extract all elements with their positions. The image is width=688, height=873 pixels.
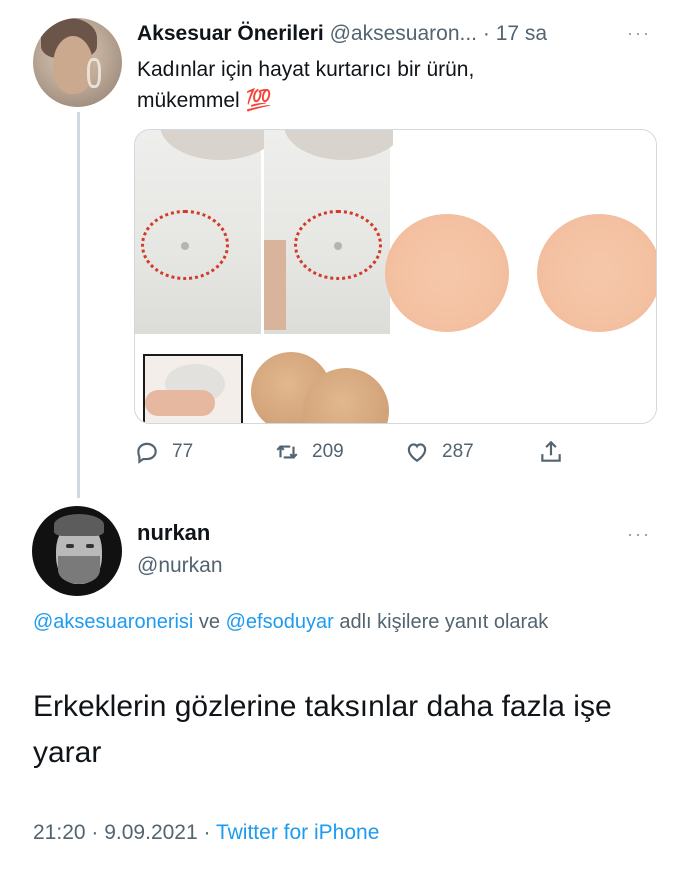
product-photo-hand (143, 354, 243, 423)
reply-connector: ve (193, 611, 226, 633)
silicone-pad (537, 214, 656, 332)
author-handle[interactable]: @aksesuaron... (330, 22, 477, 45)
mention-link[interactable]: @aksesuaronerisi (33, 611, 193, 633)
thread-line (77, 112, 80, 498)
shirt-detail (334, 242, 342, 250)
tweet-source[interactable]: Twitter for iPhone (216, 821, 379, 844)
tweet-date[interactable]: 9.09.2021 (104, 821, 197, 844)
reply-suffix: adlı kişilere yanıt olarak (333, 611, 549, 633)
author-name[interactable]: Aksesuar Önerileri (137, 22, 324, 45)
tweet-time[interactable]: 17 sa (496, 22, 547, 45)
reply-icon (137, 442, 157, 464)
share-icon (541, 440, 561, 462)
tweet-text: Kadınlar için hayat kurtarıcı bir ürün, … (137, 54, 637, 116)
like-button[interactable]: 287 (404, 432, 474, 472)
tweet-time[interactable]: 21:20 (33, 821, 86, 844)
avatar[interactable] (33, 18, 122, 107)
product-photo-shirt (264, 130, 404, 334)
separator: · (85, 821, 105, 844)
share-button[interactable] (538, 432, 564, 472)
avatar-earring (87, 58, 101, 88)
avatar-eye (66, 544, 74, 548)
author-name[interactable]: nurkan (137, 519, 210, 547)
heart-icon (407, 443, 427, 462)
author-handle[interactable]: @nurkan (137, 552, 223, 580)
more-options-icon[interactable]: ··· (627, 22, 657, 44)
like-count: 287 (442, 441, 474, 462)
separator: · (197, 821, 216, 844)
retweet-icon (276, 445, 298, 459)
retweet-button[interactable]: 209 (274, 432, 344, 472)
product-photo-tan-pads (247, 344, 393, 423)
tweet-actions: 77 209 287 (134, 432, 614, 472)
avatar[interactable] (32, 506, 122, 596)
retweet-count: 209 (312, 441, 344, 462)
finger (145, 390, 215, 416)
reply-button[interactable]: 77 (134, 432, 193, 472)
product-photo-shirt (135, 130, 280, 334)
avatar-hair (54, 514, 104, 536)
tweet-text-line: mükemmel 💯 (137, 89, 272, 112)
tweet-meta: 21:20 · 9.09.2021 · Twitter for iPhone (33, 818, 379, 848)
shirt-neckline (284, 130, 404, 160)
more-options-icon[interactable]: ··· (627, 523, 657, 545)
silicone-pad (385, 214, 509, 332)
tweet-header: Aksesuar Önerileri @aksesuaron... · 17 s… (137, 18, 657, 50)
reply-context: @aksesuaronerisi ve @efsoduyar adlı kişi… (33, 606, 653, 639)
tweet-text-line: Kadınlar için hayat kurtarıcı bir ürün, (137, 58, 475, 81)
product-photo-pads (385, 130, 656, 423)
tweet-text: Erkeklerin gözlerine taksınlar daha fazl… (33, 690, 612, 769)
avatar-eye (86, 544, 94, 548)
photo-arm (264, 240, 286, 330)
shirt-neckline (160, 130, 280, 160)
mention-link[interactable]: @efsoduyar (226, 611, 334, 633)
shirt-detail (181, 242, 189, 250)
media-image[interactable] (134, 129, 657, 424)
avatar-beard (58, 556, 100, 584)
reply-count: 77 (172, 441, 194, 462)
separator: · (482, 22, 490, 45)
